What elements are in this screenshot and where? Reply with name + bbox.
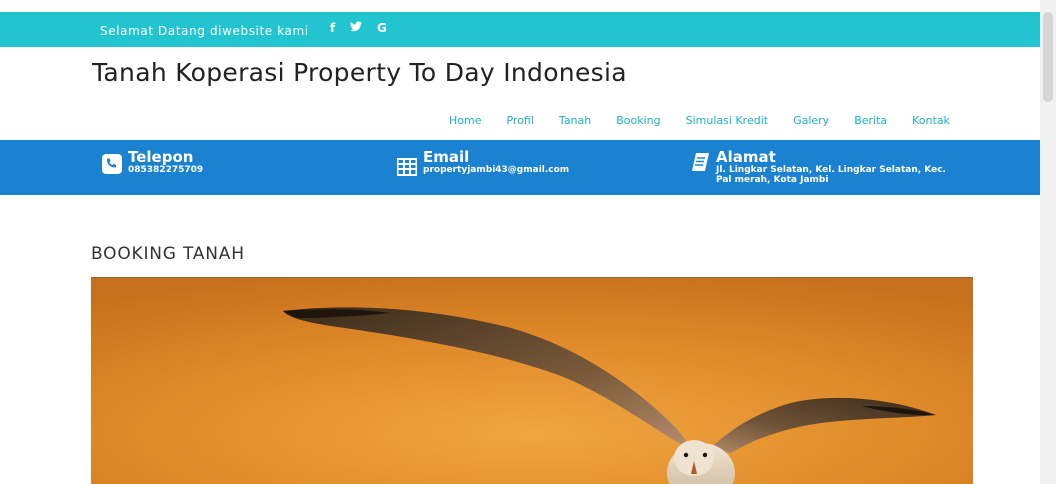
- contact-phone: Telepon 085382275709: [102, 149, 203, 175]
- phone-icon: [102, 154, 122, 174]
- email-icon: [397, 158, 417, 176]
- address-line-1: Jl. Lingkar Selatan, Kel. Lingkar Selata…: [716, 165, 946, 175]
- top-bar: Selamat Datang diwebsite kami f G: [0, 12, 1040, 47]
- nav-item-berita[interactable]: Berita: [854, 114, 887, 127]
- phone-number: 085382275709: [128, 165, 204, 175]
- nav-item-simulasi-kredit[interactable]: Simulasi Kredit: [686, 114, 768, 127]
- nav-item-kontak[interactable]: Kontak: [912, 114, 950, 127]
- contact-address: Alamat Jl. Lingkar Selatan, Kel. Lingkar…: [690, 149, 946, 185]
- welcome-text: Selamat Datang diwebsite kami: [100, 24, 309, 38]
- hero-image: [91, 277, 973, 484]
- phone-title: Telepon: [128, 148, 194, 166]
- address-title: Alamat: [716, 148, 776, 166]
- twitter-icon[interactable]: [350, 21, 362, 35]
- page-title: BOOKING TANAH: [91, 244, 245, 264]
- site-title[interactable]: Tanah Koperasi Property To Day Indonesia: [92, 58, 627, 87]
- nav-item-tanah[interactable]: Tanah: [559, 114, 591, 127]
- contact-bar: Telepon 085382275709 Email propertyjambi…: [0, 140, 1040, 195]
- nav-item-galery[interactable]: Galery: [793, 114, 829, 127]
- scrollbar-thumb[interactable]: [1043, 12, 1053, 102]
- nav-item-home[interactable]: Home: [449, 114, 481, 127]
- facebook-icon[interactable]: f: [330, 21, 335, 35]
- address-line-2: Pal merah, Kota Jambi: [716, 175, 829, 185]
- main-nav: Home Profil Tanah Booking Simulasi Kredi…: [449, 114, 950, 127]
- seagull-image: [91, 278, 973, 484]
- contact-email: Email propertyjambi43@gmail.com: [397, 149, 569, 177]
- nav-item-booking[interactable]: Booking: [616, 114, 660, 127]
- email-address[interactable]: propertyjambi43@gmail.com: [423, 165, 569, 175]
- google-icon[interactable]: G: [377, 21, 387, 35]
- email-title: Email: [423, 148, 470, 166]
- book-icon: [692, 153, 709, 171]
- nav-item-profil[interactable]: Profil: [506, 114, 533, 127]
